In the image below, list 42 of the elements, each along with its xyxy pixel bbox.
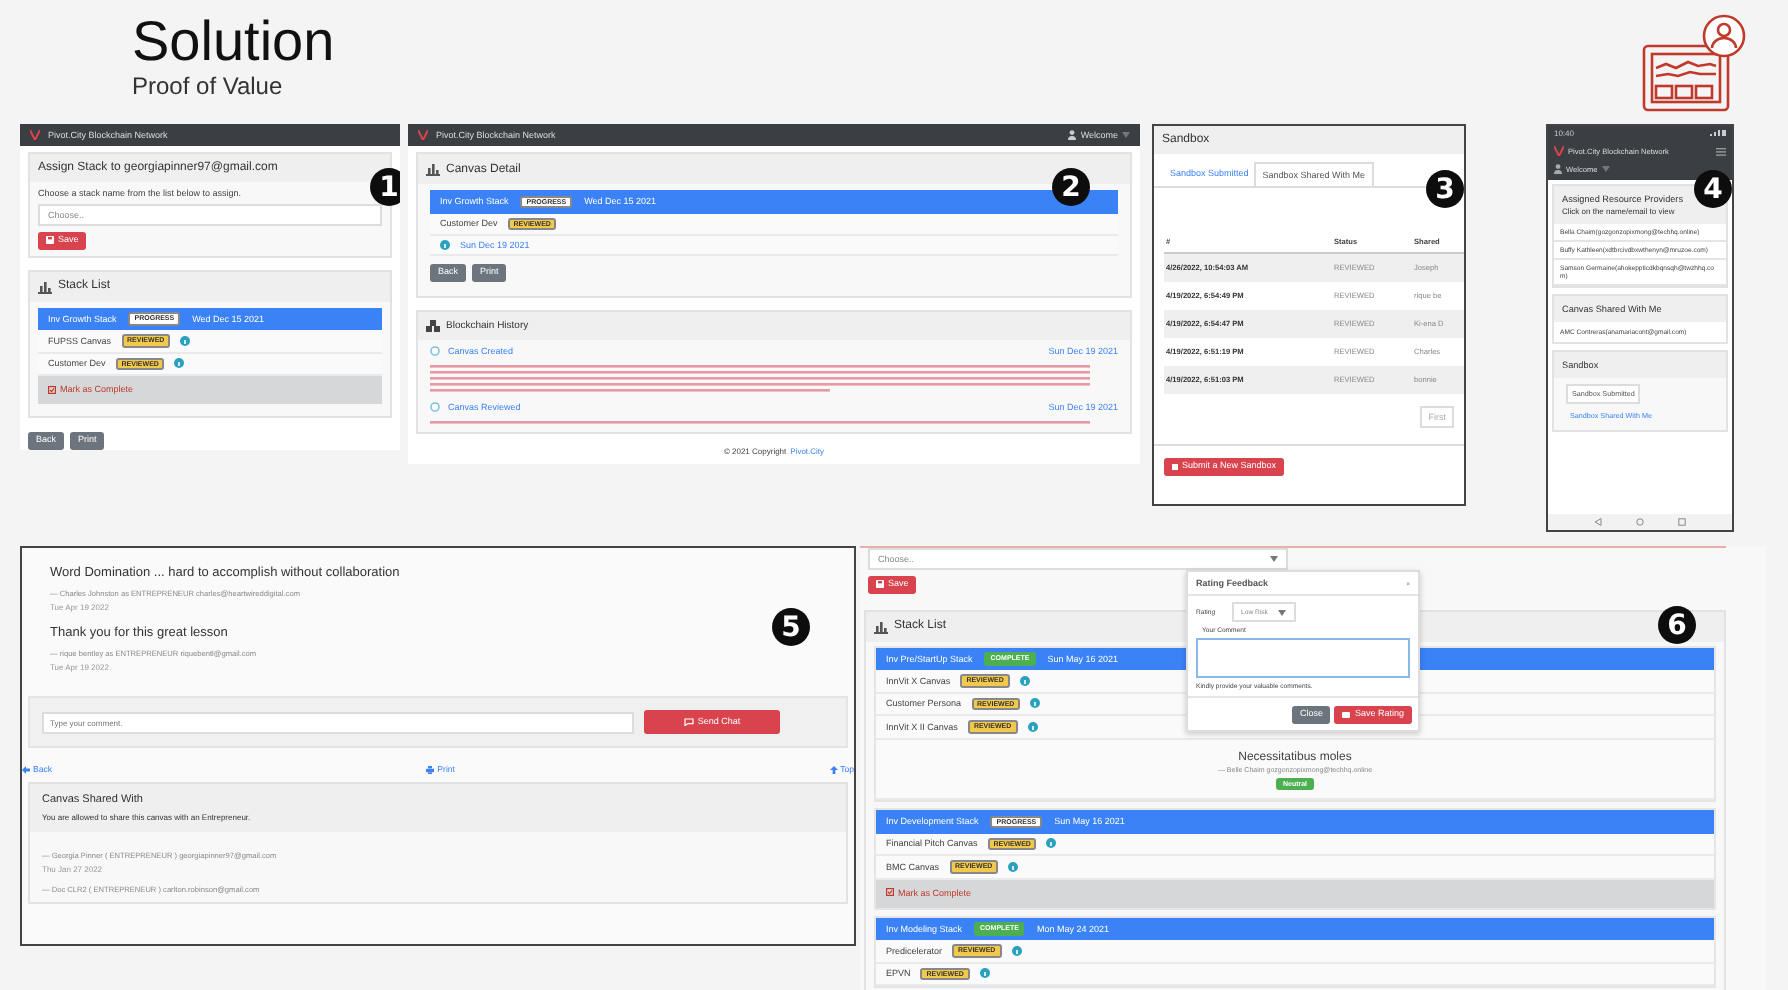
save-icon [876, 580, 884, 589]
square-icon [1172, 463, 1178, 470]
info-icon [1046, 838, 1057, 849]
timeline-dot-icon [430, 345, 440, 355]
checkbox-icon [886, 888, 894, 896]
info-icon [1011, 945, 1022, 956]
menu-icon[interactable] [1716, 147, 1726, 155]
caret-icon [1270, 556, 1278, 562]
arrow-up-icon [829, 765, 838, 773]
printer-icon [426, 765, 435, 773]
user-icon [1068, 130, 1077, 140]
back-icon[interactable] [1593, 518, 1602, 526]
signal-icon [1710, 130, 1726, 136]
user-icon [1554, 164, 1562, 174]
save-icon [46, 236, 54, 245]
comment-input-field[interactable] [1196, 638, 1410, 678]
chart-icon [38, 279, 52, 293]
step-number: 3 [1426, 170, 1464, 208]
info-icon [180, 335, 191, 346]
info-icon [1027, 721, 1038, 732]
step-number: 5 [772, 608, 810, 646]
info-icon [1030, 698, 1041, 709]
logo-icon [1554, 146, 1564, 156]
checkbox-icon [48, 385, 56, 393]
caret-icon [1601, 166, 1610, 172]
timeline-dot-icon [430, 401, 440, 411]
info-icon [174, 358, 185, 369]
info-icon [979, 968, 990, 979]
arrow-left-icon [22, 765, 30, 773]
chart-icon [874, 619, 888, 633]
caret-icon [1122, 132, 1130, 138]
recent-apps-icon[interactable] [1678, 518, 1687, 526]
home-icon[interactable] [1635, 518, 1644, 526]
info-icon [1019, 675, 1030, 686]
caret-icon [1277, 609, 1286, 615]
slide-title: Solution [132, 12, 335, 72]
chart-icon [426, 162, 440, 176]
logo-icon [418, 130, 428, 140]
info-icon [1008, 861, 1019, 872]
slide-subtitle: Proof of Value [132, 72, 285, 100]
blocks-icon [426, 319, 440, 331]
logo-icon [30, 130, 40, 140]
